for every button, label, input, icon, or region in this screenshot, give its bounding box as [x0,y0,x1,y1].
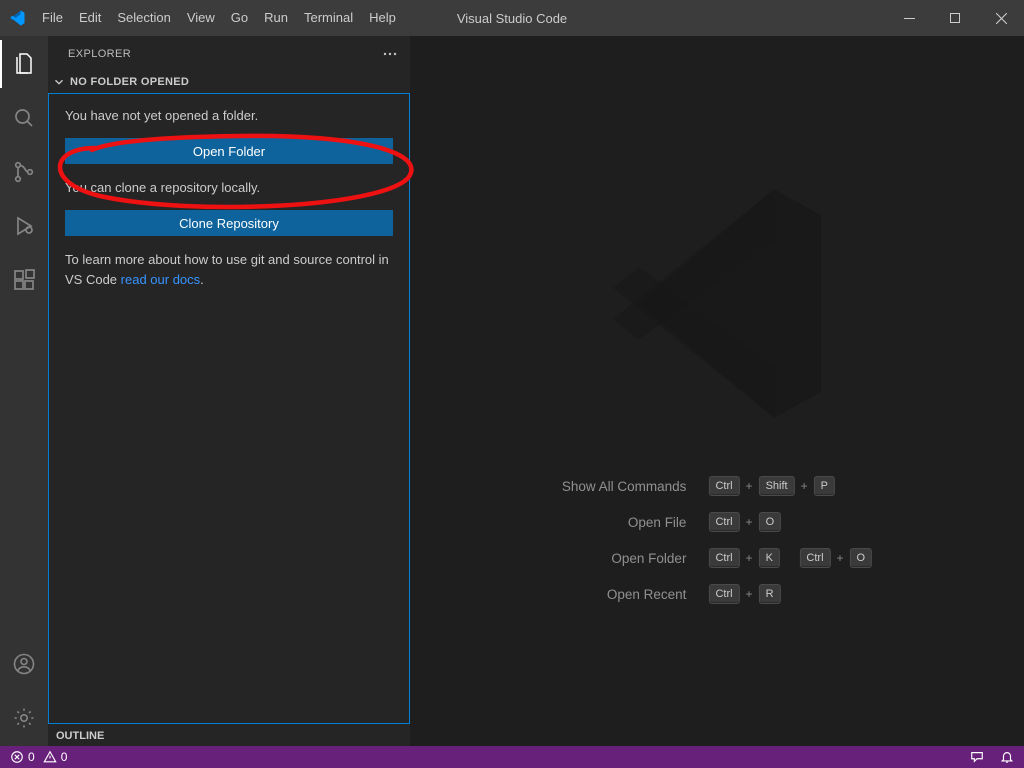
key-ctrl: Ctrl [708,476,739,496]
key-r: R [759,584,781,604]
sidebar-header: EXPLORER [48,36,410,71]
warning-icon [43,750,57,764]
no-folder-message: You have not yet opened a folder. [65,106,393,126]
read-docs-link[interactable]: read our docs [121,272,201,287]
plus-icon: + [801,479,808,493]
error-icon [10,750,24,764]
plus-icon: + [746,515,753,529]
accounts-icon[interactable] [0,640,48,688]
vscode-logo-icon [0,9,34,27]
plus-icon: + [746,479,753,493]
outline-label: OUTLINE [56,730,104,742]
status-bar: 0 0 [0,746,1024,768]
minimize-button[interactable] [886,0,932,36]
key-ctrl: Ctrl [708,512,739,532]
notifications-bell-icon[interactable] [1000,750,1014,764]
shortcut-label: Open File [562,515,687,530]
menu-run[interactable]: Run [256,0,296,36]
menu-selection[interactable]: Selection [109,0,178,36]
status-warnings[interactable]: 0 [43,750,68,764]
no-folder-panel: You have not yet opened a folder. Open F… [48,93,410,724]
explorer-icon[interactable] [0,40,48,88]
maximize-button[interactable] [932,0,978,36]
clone-message: You can clone a repository locally. [65,178,393,198]
shortcut-label: Show All Commands [562,479,687,494]
chevron-down-icon [52,75,66,89]
plus-icon: + [746,587,753,601]
editor-area: Show All Commands Ctrl + Shift + P Open File… [410,36,1024,746]
key-o: O [850,548,873,568]
menu-file[interactable]: File [34,0,71,36]
vscode-watermark-icon [587,173,847,438]
close-button[interactable] [978,0,1024,36]
plus-icon: + [837,551,844,565]
menu-view[interactable]: View [179,0,223,36]
key-ctrl: Ctrl [799,548,830,568]
outline-header[interactable]: OUTLINE [48,724,410,746]
menu-terminal[interactable]: Terminal [296,0,361,36]
shortcut-label: Open Folder [562,551,687,566]
status-errors[interactable]: 0 [10,750,35,764]
shortcut-keys: Ctrl + K Ctrl + O [708,548,872,568]
learn-more-message: To learn more about how to use git and s… [65,250,393,290]
status-errors-count: 0 [28,750,35,764]
explorer-sidebar: EXPLORER NO FOLDER OPENED You have not y… [48,36,410,746]
menu-help[interactable]: Help [361,0,404,36]
key-o: O [759,512,782,532]
welcome-shortcuts: Show All Commands Ctrl + Shift + P Open File… [562,476,872,604]
source-control-icon[interactable] [0,148,48,196]
activity-bar [0,36,48,746]
titlebar: File Edit Selection View Go Run Terminal… [0,0,1024,36]
shortcut-label: Open Recent [562,587,687,602]
key-ctrl: Ctrl [708,548,739,568]
search-icon[interactable] [0,94,48,142]
window-controls [886,0,1024,36]
sidebar-title: EXPLORER [68,48,131,60]
text-period: . [200,272,204,287]
open-folder-button[interactable]: Open Folder [65,138,393,164]
key-p: P [814,476,835,496]
no-folder-opened-header[interactable]: NO FOLDER OPENED [48,71,410,93]
extensions-icon[interactable] [0,256,48,304]
status-warnings-count: 0 [61,750,68,764]
feedback-icon[interactable] [970,750,984,764]
run-debug-icon[interactable] [0,202,48,250]
key-ctrl: Ctrl [708,584,739,604]
shortcut-keys: Ctrl + O [708,512,872,532]
key-shift: Shift [759,476,795,496]
section-label: NO FOLDER OPENED [70,76,189,88]
shortcut-keys: Ctrl + Shift + P [708,476,872,496]
menu-edit[interactable]: Edit [71,0,109,36]
plus-icon: + [746,551,753,565]
shortcut-keys: Ctrl + R [708,584,872,604]
more-actions-icon[interactable] [382,46,398,62]
menu-bar: File Edit Selection View Go Run Terminal… [34,0,404,36]
clone-repository-button[interactable]: Clone Repository [65,210,393,236]
menu-go[interactable]: Go [223,0,256,36]
learn-more-pre: To learn more about how to use git and s… [65,252,389,287]
key-k: K [759,548,780,568]
settings-gear-icon[interactable] [0,694,48,742]
